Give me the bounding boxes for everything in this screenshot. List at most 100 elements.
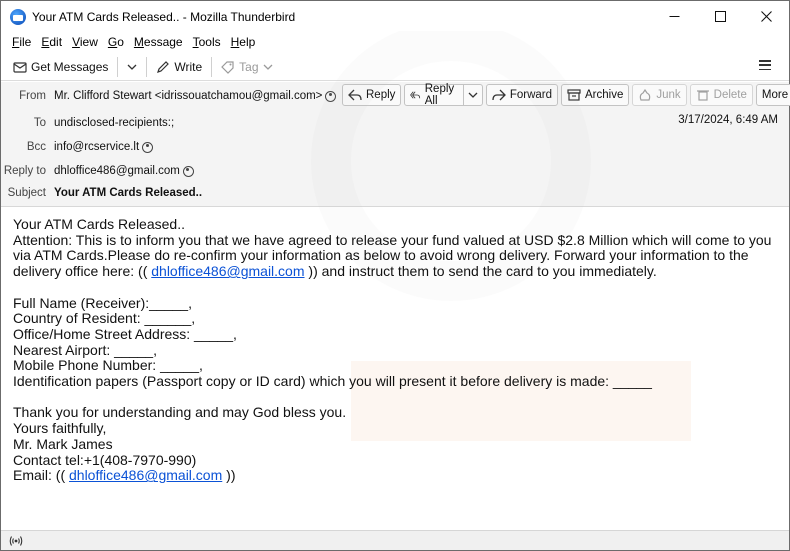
reply-all-dropdown[interactable] xyxy=(462,84,483,106)
thunderbird-app-icon xyxy=(10,8,26,25)
toolbar-divider xyxy=(117,56,119,77)
forward-icon xyxy=(492,89,506,101)
menu-go[interactable]: Go xyxy=(103,35,129,49)
write-button[interactable]: Write xyxy=(150,55,208,79)
reply-to-row: Reply to dhloffice486@gmail.com xyxy=(1,161,194,181)
closing-line: Mr. Mark James xyxy=(13,435,113,452)
thunderbird-window: Your ATM Cards Released.. - Mozilla Thun… xyxy=(0,0,790,551)
activity-broadcast-icon[interactable] xyxy=(9,535,23,547)
to-label: To xyxy=(33,117,46,129)
reply-to-value[interactable]: dhloffice486@gmail.com xyxy=(54,165,180,177)
minimize-icon xyxy=(669,16,679,17)
hamburger-icon-line xyxy=(759,60,771,62)
close-icon xyxy=(760,11,772,22)
close-button[interactable] xyxy=(743,1,789,32)
toolbar-divider xyxy=(211,56,213,77)
closing-line: Contact tel:+1(408-7970-990) xyxy=(13,451,197,468)
menu-tools[interactable]: Tools xyxy=(188,35,226,49)
trash-icon xyxy=(696,90,709,101)
archive-label: Archive xyxy=(585,89,624,101)
menu-help[interactable]: Help xyxy=(226,35,261,49)
closing-line: Yours faithfully, xyxy=(13,420,107,437)
maximize-icon xyxy=(714,11,726,22)
delete-button[interactable]: Delete xyxy=(689,84,753,106)
reply-to-label: Reply to xyxy=(3,165,46,177)
to-value: undisclosed-recipients:; xyxy=(54,117,175,129)
body-text: )) xyxy=(222,467,236,484)
hamburger-icon-line xyxy=(759,64,771,66)
more-button[interactable]: More xyxy=(755,84,790,106)
body-text: Email: (( xyxy=(13,467,69,484)
junk-icon xyxy=(640,89,651,101)
chevron-down-icon xyxy=(468,92,478,98)
subject-label: Subject xyxy=(7,187,46,199)
body-paragraph-line: Attention: This is to inform you that we… xyxy=(13,231,772,248)
email-link[interactable]: dhloffice486@gmail.com xyxy=(69,467,222,483)
delete-label: Delete xyxy=(713,89,747,101)
archive-button[interactable]: Archive xyxy=(561,84,630,106)
hamburger-icon-line xyxy=(759,68,771,70)
message-header-pane: From Mr. Clifford Stewart <idrissouatcha… xyxy=(1,82,790,207)
from-row: From Mr. Clifford Stewart <idrissouatcha… xyxy=(1,86,337,106)
get-messages-label: Get Messages xyxy=(31,59,109,74)
forward-button[interactable]: Forward xyxy=(485,84,558,106)
menu-edit[interactable]: Edit xyxy=(36,35,67,49)
minimize-button[interactable] xyxy=(651,1,697,32)
from-label: From xyxy=(19,90,46,102)
inbox-download-icon xyxy=(13,61,27,73)
subject-value: Your ATM Cards Released.. xyxy=(54,187,203,199)
chevron-down-icon xyxy=(127,64,137,70)
closing-line: Thank you for understanding and may God … xyxy=(13,404,347,421)
body-paragraph-line: via ATM Cards.Please do re-confirm your … xyxy=(13,247,749,264)
window-title: Your ATM Cards Released.. - Mozilla Thun… xyxy=(32,9,296,24)
menu-view[interactable]: View xyxy=(67,35,103,49)
form-field-line: Full Name (Receiver):_____, xyxy=(13,294,192,311)
contact-icon[interactable] xyxy=(142,141,154,153)
reply-all-label: Reply All xyxy=(424,83,455,107)
from-value[interactable]: Mr. Clifford Stewart <idrissouatchamou@g… xyxy=(54,90,322,102)
get-messages-dropdown[interactable] xyxy=(121,55,143,79)
app-menu-button[interactable] xyxy=(759,59,771,71)
contact-icon[interactable] xyxy=(182,165,194,177)
form-field-line: Nearest Airport: _____, xyxy=(13,341,157,358)
email-line: Email: (( dhloffice486@gmail.com )) xyxy=(13,467,778,484)
menu-file[interactable]: File xyxy=(7,35,36,49)
pencil-icon xyxy=(157,60,170,73)
message-body: Your ATM Cards Released.. Attention: Thi… xyxy=(13,216,778,484)
archive-icon xyxy=(567,89,581,101)
junk-button[interactable]: Junk xyxy=(632,84,687,106)
write-label: Write xyxy=(174,59,203,74)
forward-label: Forward xyxy=(509,89,552,101)
bcc-value[interactable]: info@rcservice.lt xyxy=(54,141,139,153)
tag-icon xyxy=(221,60,234,74)
form-field-line: Office/Home Street Address: _____, xyxy=(13,325,237,342)
tag-button[interactable]: Tag xyxy=(215,55,278,79)
maximize-button[interactable] xyxy=(697,1,743,32)
reply-all-button[interactable]: Reply All xyxy=(404,83,464,107)
title-bar: Your ATM Cards Released.. - Mozilla Thun… xyxy=(1,1,789,32)
message-date: 3/17/2024, 6:49 AM xyxy=(678,114,778,126)
bcc-label: Bcc xyxy=(26,141,46,153)
body-text: )) and instruct them to send the card to… xyxy=(304,263,657,280)
to-row: To undisclosed-recipients:; xyxy=(1,113,174,133)
reply-icon xyxy=(348,89,362,101)
contact-icon[interactable] xyxy=(325,90,337,102)
reply-all-icon xyxy=(410,91,421,99)
bcc-row: Bcc info@rcservice.lt xyxy=(1,137,154,157)
more-label: More xyxy=(761,89,789,101)
subject-row: Subject Your ATM Cards Released.. xyxy=(1,183,202,203)
reply-button[interactable]: Reply xyxy=(342,84,402,106)
form-field-line: Country of Resident: ______, xyxy=(13,310,196,327)
main-toolbar: Get Messages Write Tag xyxy=(1,53,789,81)
menu-message[interactable]: Message xyxy=(129,35,188,49)
status-bar xyxy=(1,530,789,550)
get-messages-button[interactable]: Get Messages xyxy=(7,55,114,79)
menu-bar: File Edit View Go Message Tools Help xyxy=(1,32,789,52)
toolbar-divider xyxy=(146,56,148,77)
chevron-down-icon xyxy=(263,64,272,70)
email-link[interactable]: dhloffice486@gmail.com xyxy=(151,263,304,279)
body-paragraph-line: delivery office here: (( dhloffice486@gm… xyxy=(13,263,778,280)
form-field-line: Identification papers (Passport copy or … xyxy=(13,373,652,390)
